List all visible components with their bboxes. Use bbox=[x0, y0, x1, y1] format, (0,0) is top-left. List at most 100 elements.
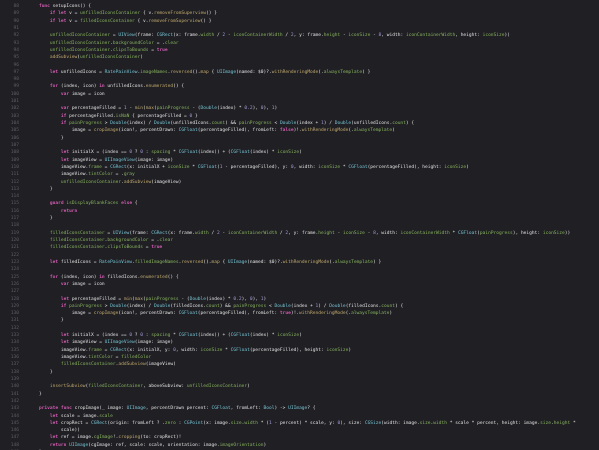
code-line[interactable]: 101 bbox=[0, 98, 599, 105]
code-line[interactable]: 141 } bbox=[0, 391, 599, 398]
code-line[interactable]: 143 private func cropImage(_ image: UIIm… bbox=[0, 405, 599, 412]
code-line[interactable]: 90 if let v = filledIconsContainer { v.r… bbox=[0, 18, 599, 25]
code-token: frame bbox=[88, 164, 102, 170]
code-line[interactable]: 89 if let v = unfilledIconsContainer { v… bbox=[0, 10, 599, 17]
code-token: addSubview bbox=[123, 179, 152, 185]
code-line[interactable]: 146 scale)) bbox=[0, 427, 599, 434]
code-token: , y: frame. bbox=[293, 33, 324, 39]
code-line[interactable]: 132 bbox=[0, 325, 599, 332]
code-line[interactable]: 118 bbox=[0, 222, 599, 229]
code-token: withRenderingMode bbox=[299, 311, 346, 317]
code-line[interactable]: 121 filledIconsContainer.clipsToBounds =… bbox=[0, 244, 599, 251]
code-line[interactable]: 102 var percentageFilled = 1 - min(max(p… bbox=[0, 105, 599, 112]
code-token: ), bbox=[252, 296, 261, 302]
code-line[interactable]: 96 bbox=[0, 62, 599, 69]
code-line[interactable]: 112 unfilledIconsContainer.addSubview(im… bbox=[0, 179, 599, 186]
code-line[interactable]: 99 for (index, icon) in unfilledIcons.en… bbox=[0, 83, 599, 90]
code-line[interactable]: 136 imageView.tintColor = filledColor bbox=[0, 354, 599, 361]
code-line[interactable]: 133 let initialX = (index == 0 ? 0 : spa… bbox=[0, 332, 599, 339]
code-text: image = cropImage(icon!, percentDrawn: C… bbox=[28, 127, 599, 134]
code-text: filledIconsContainer.addSubview(imageVie… bbox=[28, 361, 599, 368]
code-line[interactable]: 119 filledIconsContainer = UIView(frame:… bbox=[0, 230, 599, 237]
code-line[interactable]: 144 let scale = image.scale bbox=[0, 413, 599, 420]
code-token: height bbox=[318, 230, 335, 236]
code-line[interactable]: 129 if painProgress > Double(index) / Do… bbox=[0, 303, 599, 310]
code-line[interactable]: 107 bbox=[0, 142, 599, 149]
code-token: (percentageFilled), height: bbox=[249, 347, 327, 353]
code-line[interactable]: 148 return UIImage(cgImage: ref, scale: … bbox=[0, 442, 599, 449]
code-line[interactable]: 114 bbox=[0, 193, 599, 200]
line-number: 141 bbox=[10, 391, 19, 397]
code-line[interactable]: 106 } bbox=[0, 135, 599, 142]
code-line[interactable]: 128 let percentageFilled = min(max(painP… bbox=[0, 296, 599, 303]
code-line[interactable]: 124 bbox=[0, 266, 599, 273]
code-token: painProgress bbox=[479, 230, 513, 236]
code-token: ? { bbox=[307, 406, 316, 412]
code-token: - percent) * scale, y: bbox=[271, 420, 338, 426]
line-number: 103 bbox=[10, 113, 19, 119]
code-line[interactable]: 100 var image = icon bbox=[0, 91, 599, 98]
code-line[interactable]: 139 bbox=[0, 376, 599, 383]
code-token: private bbox=[38, 406, 59, 412]
code-token: let bbox=[60, 157, 70, 163]
code-line[interactable]: 116 return bbox=[0, 208, 599, 215]
code-line[interactable]: 94 unfilledIconsContainer.clipsToBounds … bbox=[0, 47, 599, 54]
code-line[interactable]: 110 imageView.frame = CGRect(x: initialX… bbox=[0, 164, 599, 171]
code-line[interactable]: 131 } bbox=[0, 317, 599, 324]
code-token: (image: image) bbox=[134, 157, 174, 163]
code-line[interactable]: 138 } bbox=[0, 369, 599, 376]
line-number: 116 bbox=[10, 208, 19, 214]
code-line[interactable]: 117 } bbox=[0, 215, 599, 222]
code-token: (image: image) bbox=[134, 340, 174, 346]
code-token: iconContainerWidth bbox=[400, 230, 450, 236]
code-line[interactable]: 97 let unfilledIcons = RatePainView.imag… bbox=[0, 69, 599, 76]
code-token: filledIcons. bbox=[104, 274, 141, 280]
code-token: painProgress bbox=[145, 296, 179, 302]
code-text: return UIImage(cgImage: ref, scale: scal… bbox=[28, 442, 599, 449]
code-line[interactable]: 98 bbox=[0, 76, 599, 83]
code-line[interactable]: 113 } bbox=[0, 186, 599, 193]
code-line[interactable]: 135 imageView.frame = CGRect(x: initialX… bbox=[0, 347, 599, 354]
code-editor[interactable]: 88 func setupIcons() {89 if let v = unfi… bbox=[0, 0, 599, 450]
code-line[interactable]: 145 let cropRect = CGRect(origin: fromLe… bbox=[0, 420, 599, 427]
code-line[interactable]: 111 imageView.tintColor = .gray bbox=[0, 171, 599, 178]
code-line[interactable]: 120 filledIconsContainer.backgroundColor… bbox=[0, 237, 599, 244]
code-line[interactable]: 103 if percentageFilled.isNaN { percenta… bbox=[0, 113, 599, 120]
code-line[interactable]: 147 let ref = image.cgImage!.cropping(to… bbox=[0, 434, 599, 441]
code-line[interactable]: 125 for (index, icon) in filledIcons.enu… bbox=[0, 274, 599, 281]
code-token: unfilledIconsContainer bbox=[49, 33, 111, 39]
code-token: let bbox=[49, 413, 59, 419]
code-line[interactable]: 122 bbox=[0, 252, 599, 259]
code-line[interactable]: 140 insertSubview(filledIconsContainer, … bbox=[0, 383, 599, 390]
code-line[interactable]: 137 filledIconsContainer.addSubview(imag… bbox=[0, 361, 599, 368]
code-token: = bbox=[112, 355, 122, 360]
code-token: gray bbox=[123, 172, 135, 178]
code-line[interactable]: 134 let imageView = UIImageView(image: i… bbox=[0, 339, 599, 346]
code-line[interactable]: 88 func setupIcons() { bbox=[0, 3, 599, 10]
code-text: imageView.tintColor = filledColor bbox=[28, 354, 599, 361]
code-token: - percentageFilled), y: bbox=[222, 164, 291, 170]
code-token: true bbox=[156, 47, 168, 53]
code-line[interactable]: 127 bbox=[0, 288, 599, 295]
code-line[interactable]: 108 let initialX = (index == 0 ? 0 : spa… bbox=[0, 149, 599, 156]
code-line[interactable]: 130 image = cropImage(icon!, percentDraw… bbox=[0, 310, 599, 317]
code-token: * bbox=[170, 150, 179, 156]
code-line[interactable]: 142 bbox=[0, 398, 599, 405]
code-line[interactable]: 93 unfilledIconsContainer.backgroundColo… bbox=[0, 40, 599, 47]
code-line[interactable]: 126 var image = icon bbox=[0, 281, 599, 288]
code-line[interactable]: 91 bbox=[0, 25, 599, 32]
code-token: , aboveSubview: bbox=[143, 384, 187, 390]
code-line[interactable]: 105 image = cropImage(icon!, percentDraw… bbox=[0, 127, 599, 134]
code-line[interactable]: 123 let filledIcons = RatePainView.fille… bbox=[0, 259, 599, 266]
code-line[interactable]: 104 if painProgress > Double(index) / Do… bbox=[0, 120, 599, 127]
code-token: painProgress bbox=[69, 121, 102, 126]
code-line[interactable]: 92 unfilledIconsContainer = UIView(frame… bbox=[0, 32, 599, 39]
code-line[interactable]: 95 addSubview(unfilledIconsContainer) bbox=[0, 54, 599, 61]
code-token: clipsToBounds bbox=[112, 47, 149, 53]
code-line[interactable]: 109 let imageView = UIImageView(image: i… bbox=[0, 157, 599, 164]
code-line[interactable]: 115 guard isDisplayBlankFaces else { bbox=[0, 200, 599, 207]
code-token: Double bbox=[334, 121, 352, 126]
